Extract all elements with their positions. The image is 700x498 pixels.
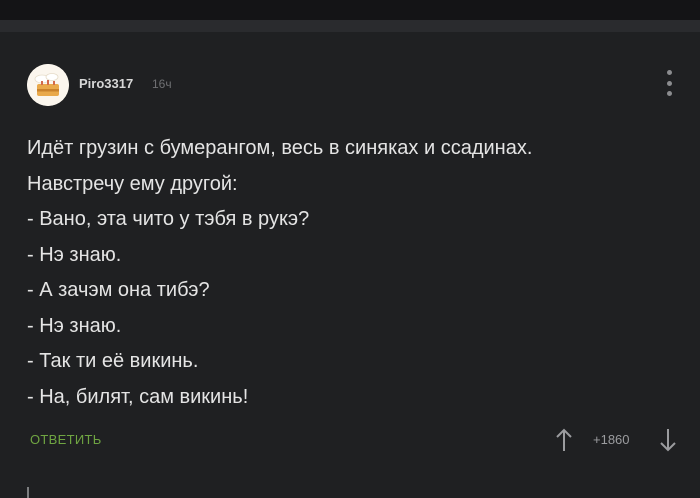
more-vertical-icon xyxy=(666,70,672,75)
comment-line: - Так ти её викинь. xyxy=(27,350,199,372)
comment-line: - Нэ знаю. xyxy=(27,243,122,266)
avatar[interactable] xyxy=(27,64,69,106)
arrow-down-icon xyxy=(660,429,676,452)
comment-line: - А зачэм она тибэ? xyxy=(27,279,210,301)
comment-line: - Вано, эта чито у тэбя в рукэ? xyxy=(27,208,310,230)
top-bar xyxy=(0,0,700,20)
cake-icon xyxy=(27,64,69,106)
username[interactable]: Piro3317 xyxy=(79,76,133,91)
comment-line: Идёт грузин с бумерангом, весь в синяках… xyxy=(27,137,533,159)
more-options-button[interactable] xyxy=(660,70,678,96)
timestamp: 16ч xyxy=(152,77,172,91)
comment-line: - Нэ знаю. xyxy=(27,314,122,337)
reply-button[interactable]: ОТВЕТИТЬ xyxy=(30,432,102,447)
next-comment-indent-line xyxy=(27,487,29,498)
rating-count: +1860 xyxy=(593,432,630,447)
comment-body: Идёт грузин с бумерангом, весь в синяках… xyxy=(27,133,667,417)
arrow-up-icon xyxy=(556,428,572,451)
top-divider xyxy=(0,20,700,32)
comment-line: Навстречу ему другой: xyxy=(27,172,238,195)
downvote-button[interactable] xyxy=(656,426,680,454)
upvote-button[interactable] xyxy=(552,426,576,454)
comment-line: - На, билят, сам викинь! xyxy=(27,385,249,408)
